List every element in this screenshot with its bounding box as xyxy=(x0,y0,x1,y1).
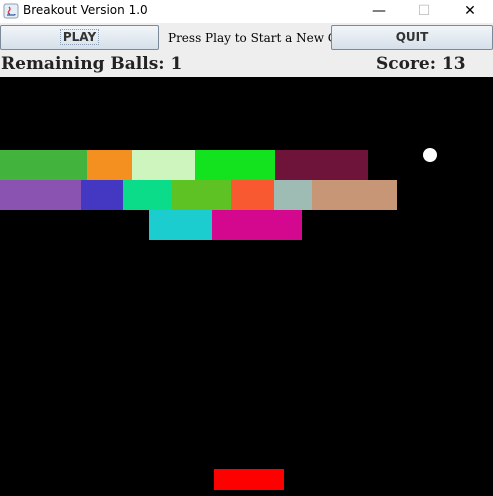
brick xyxy=(0,180,81,210)
brick xyxy=(274,180,312,210)
paddle[interactable] xyxy=(214,469,284,490)
brick xyxy=(195,150,275,180)
ball xyxy=(423,148,437,162)
maximize-icon[interactable]: ☐ xyxy=(401,0,447,23)
java-app-icon xyxy=(3,3,19,19)
brick xyxy=(123,180,172,210)
brick xyxy=(212,210,302,240)
brick xyxy=(81,180,123,210)
window-title: Breakout Version 1.0 xyxy=(23,3,148,17)
game-canvas[interactable] xyxy=(0,77,493,496)
brick xyxy=(0,150,87,180)
minimize-icon[interactable]: — xyxy=(356,0,402,23)
title-bar: Breakout Version 1.0 — ☐ ✕ xyxy=(0,0,493,23)
brick xyxy=(132,150,195,180)
brick xyxy=(172,180,231,210)
brick xyxy=(312,180,397,210)
play-button-label: PLAY xyxy=(59,29,100,45)
brick xyxy=(275,150,368,180)
close-icon[interactable]: ✕ xyxy=(447,0,493,23)
brick xyxy=(87,150,132,180)
remaining-balls-label: Remaining Balls: 1 xyxy=(1,54,183,74)
play-button[interactable]: PLAY xyxy=(0,25,159,50)
control-panel: PLAY Press Play to Start a New Game QUIT… xyxy=(0,23,493,77)
score-label: Score: 13 xyxy=(376,54,466,74)
brick xyxy=(149,210,212,240)
brick xyxy=(231,180,274,210)
quit-button[interactable]: QUIT xyxy=(331,25,493,50)
